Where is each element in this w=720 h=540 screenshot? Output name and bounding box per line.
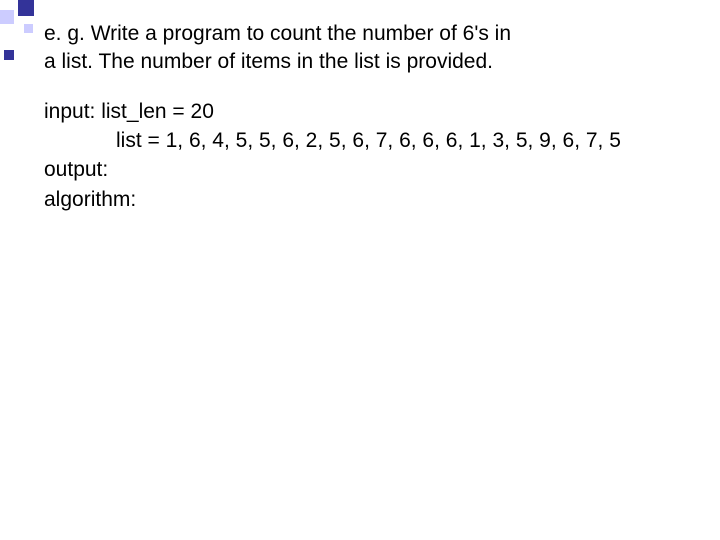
list-values: list = 1, 6, 4, 5, 5, 6, 2, 5, 6, 7, 6, … xyxy=(44,126,621,155)
problem-statement: e. g. Write a program to count the numbe… xyxy=(44,20,690,77)
prompt-line-2: a list. The number of items in the list … xyxy=(44,50,493,73)
output-label: output: xyxy=(44,158,108,181)
corner-decoration xyxy=(0,0,34,72)
algorithm-label: algorithm: xyxy=(44,188,136,211)
input-label: input: xyxy=(44,100,95,123)
slide: e. g. Write a program to count the numbe… xyxy=(0,0,720,540)
content-area: e. g. Write a program to count the numbe… xyxy=(44,20,690,214)
list-len-value: list_len = 20 xyxy=(101,100,214,123)
io-block: input: list_len = 20 list = 1, 6, 4, 5, … xyxy=(44,97,690,215)
prompt-line-1: e. g. Write a program to count the numbe… xyxy=(44,22,511,45)
